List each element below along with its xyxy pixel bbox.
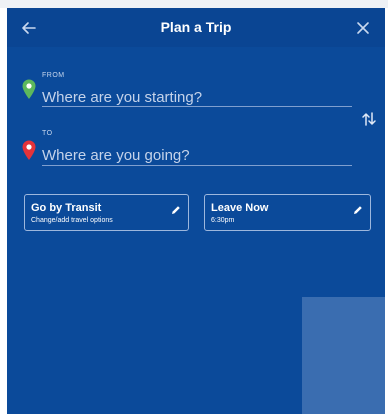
destination-pin-icon bbox=[22, 140, 36, 160]
departure-time-title: Leave Now bbox=[211, 202, 269, 214]
map-preview-tile bbox=[302, 297, 385, 414]
app-window: Plan a Trip FROM TO bbox=[0, 0, 388, 414]
from-underline bbox=[42, 106, 352, 107]
swap-vertical-icon bbox=[362, 112, 376, 126]
top-strip bbox=[0, 0, 388, 8]
page-title: Plan a Trip bbox=[160, 19, 232, 35]
close-icon bbox=[357, 22, 369, 34]
from-label: FROM bbox=[42, 72, 65, 79]
travel-mode-button[interactable]: Go by Transit Change/add travel options bbox=[24, 194, 189, 231]
to-underline bbox=[42, 165, 352, 166]
to-label: TO bbox=[42, 130, 53, 137]
pencil-icon bbox=[354, 206, 362, 214]
from-input[interactable] bbox=[42, 87, 342, 107]
departure-time-button[interactable]: Leave Now 6:30pm bbox=[204, 194, 371, 231]
trip-planner-panel: Plan a Trip FROM TO bbox=[7, 8, 385, 414]
travel-mode-title: Go by Transit bbox=[31, 202, 102, 214]
origin-pin-icon bbox=[22, 79, 36, 99]
close-button[interactable] bbox=[353, 18, 373, 38]
swap-locations-button[interactable] bbox=[360, 110, 378, 128]
departure-time-subtitle: 6:30pm bbox=[211, 217, 235, 224]
travel-mode-subtitle: Change/add travel options bbox=[31, 217, 113, 224]
panel-header: Plan a Trip bbox=[7, 8, 385, 47]
pencil-icon bbox=[172, 206, 180, 214]
to-input[interactable] bbox=[42, 145, 342, 165]
